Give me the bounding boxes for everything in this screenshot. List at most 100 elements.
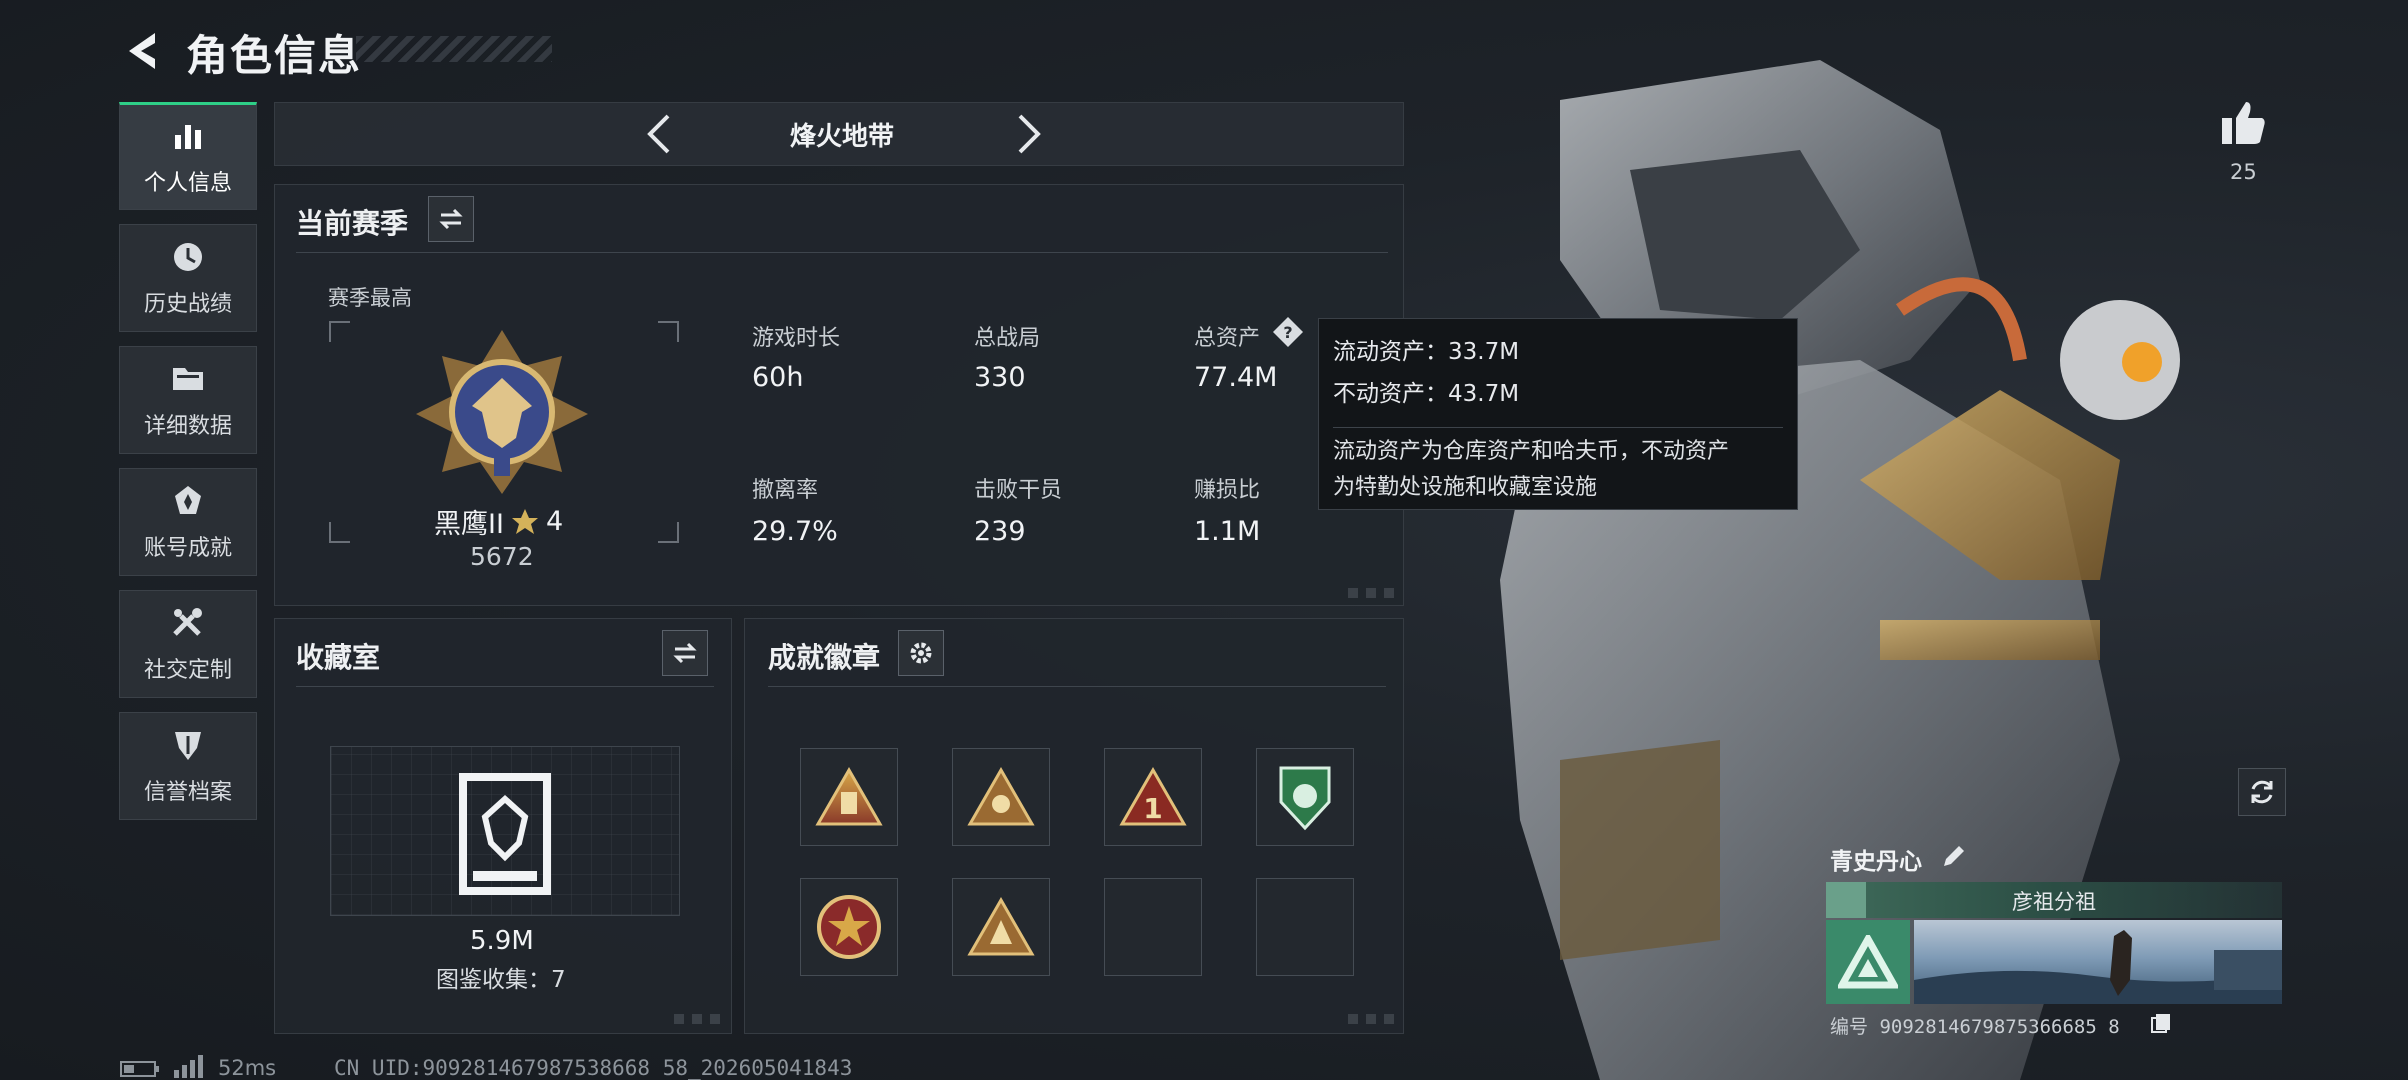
- nav-item-reputation[interactable]: 信誉档案: [119, 712, 257, 820]
- stat-value-total-assets: 77.4M: [1194, 362, 1278, 393]
- divider: [296, 252, 1388, 253]
- achievement-badge-empty[interactable]: [1104, 878, 1202, 976]
- stat-value-kills: 239: [974, 516, 1026, 547]
- rotate-icon: [2251, 780, 2273, 804]
- vault-icon: [459, 773, 551, 895]
- achievement-badge[interactable]: [800, 748, 898, 846]
- help-icon: ?: [1273, 317, 1303, 347]
- stat-label-extraction-rate: 撤离率: [752, 478, 819, 503]
- battery-icon: [120, 1061, 159, 1077]
- svg-text:?: ?: [1283, 323, 1292, 342]
- tools-icon: [173, 608, 202, 636]
- stat-value-profit-ratio: 1.1M: [1194, 516, 1261, 547]
- mode-label: 烽火地带: [789, 122, 894, 152]
- prev-mode-button[interactable]: [636, 110, 684, 158]
- next-mode-button[interactable]: [1004, 110, 1052, 158]
- nav-item-history[interactable]: 历史战绩: [119, 224, 257, 332]
- triangle-badge-icon: [815, 766, 883, 826]
- triangle-logo-icon: [1838, 935, 1898, 989]
- stat-label-total-assets: 总资产: [1194, 326, 1261, 351]
- triangle-number-one-icon: 1: [1119, 766, 1187, 826]
- signal-icon: [174, 1055, 203, 1078]
- title-decoration: [356, 36, 552, 62]
- like-button[interactable]: [2218, 98, 2268, 148]
- page-title: 角色信息: [186, 31, 363, 80]
- nav-item-achievements[interactable]: 账号成就: [119, 468, 257, 576]
- nav-item-label: 历史战绩: [143, 292, 232, 317]
- edit-name-button[interactable]: [1940, 842, 1970, 872]
- nav-item-detailed-data[interactable]: 详细数据: [119, 346, 257, 454]
- back-button[interactable]: [118, 28, 164, 74]
- thumbs-up-icon: [2222, 102, 2265, 144]
- like-count: 25: [2230, 160, 2257, 184]
- rank-stars: 4: [545, 506, 564, 537]
- stat-label-matches: 总战局: [974, 326, 1041, 351]
- tooltip-liquid-assets: 流动资产：33.7M: [1333, 339, 1520, 365]
- chevron-left-icon: [129, 33, 155, 69]
- season-best-label: 赛季最高: [328, 286, 412, 310]
- tooltip-fixed-assets: 不动资产：43.7M: [1333, 381, 1520, 407]
- collection-title: 收藏室: [296, 641, 381, 674]
- svg-text:1: 1: [1143, 792, 1162, 825]
- triangle-badge-icon: [967, 896, 1035, 956]
- panel-corner-decoration: [1348, 588, 1394, 598]
- swap-icon: [439, 208, 463, 230]
- chevron-left-icon: [647, 114, 670, 154]
- rank-line: 黑鹰II 4: [434, 502, 563, 541]
- copy-icon: [2151, 1014, 2170, 1033]
- achievement-badge[interactable]: [1256, 748, 1354, 846]
- squad-name: 彦祖分祖: [2012, 890, 2096, 914]
- stat-value-playtime: 60h: [752, 362, 804, 393]
- player-id: 编号 9092814679875366685 8: [1830, 1016, 2120, 1038]
- stat-value-matches: 330: [974, 362, 1026, 393]
- chevron-right-icon: [1018, 114, 1041, 154]
- rank-score: 5672: [470, 542, 534, 571]
- stat-label-playtime: 游戏时长: [752, 326, 841, 351]
- copy-id-button[interactable]: [2150, 1012, 2174, 1036]
- achievement-badge-empty[interactable]: [1256, 878, 1354, 976]
- achievement-badge[interactable]: [952, 748, 1050, 846]
- stat-value-extraction-rate: 29.7%: [752, 516, 838, 547]
- achievement-badge[interactable]: 1: [1104, 748, 1202, 846]
- achievement-badge[interactable]: [800, 878, 898, 976]
- shield-icon: [175, 732, 201, 760]
- player-banner: [1914, 920, 2282, 1004]
- switch-collection-button[interactable]: [662, 630, 708, 676]
- team-emblem: [1826, 920, 1910, 1004]
- achievements-title: 成就徽章: [768, 641, 881, 674]
- switch-season-button[interactable]: [428, 196, 474, 242]
- nav-item-personal-info[interactable]: 个人信息: [119, 102, 257, 210]
- folder-icon: [173, 368, 203, 390]
- nav-item-label: 详细数据: [143, 414, 232, 439]
- uid-text: CN UID:909281467987538668 58_20260504184…: [334, 1056, 853, 1080]
- rotate-character-button[interactable]: [2238, 768, 2286, 816]
- panel-corner-decoration: [674, 1014, 720, 1024]
- panel-corner-decoration: [1348, 1014, 1394, 1024]
- rank-emblem-icon: [416, 330, 588, 494]
- ping-text: 52ms: [218, 1056, 277, 1080]
- divider: [296, 686, 714, 687]
- bar-chart-icon: [175, 125, 201, 149]
- medal-icon: [175, 486, 201, 514]
- pencil-icon: [1944, 846, 1964, 866]
- assets-help-button[interactable]: ?: [1272, 316, 1304, 348]
- clock-icon: [174, 243, 202, 271]
- collection-count: 图鉴收集：7: [436, 967, 566, 993]
- round-star-badge-icon: [817, 895, 881, 959]
- achievement-badge[interactable]: [952, 878, 1050, 976]
- green-shield-icon: [1279, 766, 1331, 831]
- achievements-settings-button[interactable]: [898, 630, 944, 676]
- collection-value: 5.9M: [470, 926, 534, 956]
- triangle-badge-icon: [967, 766, 1035, 826]
- stat-label-kills: 击败干员: [974, 478, 1063, 503]
- tooltip-description-line2: 为特勤处设施和收藏室设施: [1333, 475, 1598, 500]
- player-name: 青史丹心: [1830, 849, 1922, 875]
- gear-icon: [910, 642, 932, 664]
- nav-item-social[interactable]: 社交定制: [119, 590, 257, 698]
- nav-item-label: 账号成就: [143, 536, 232, 561]
- stat-label-profit-ratio: 赚损比: [1194, 478, 1261, 503]
- nav-item-label: 社交定制: [143, 658, 232, 683]
- nav-item-label: 信誉档案: [143, 780, 232, 805]
- star-icon: [511, 508, 538, 534]
- collection-room-preview[interactable]: [330, 746, 680, 916]
